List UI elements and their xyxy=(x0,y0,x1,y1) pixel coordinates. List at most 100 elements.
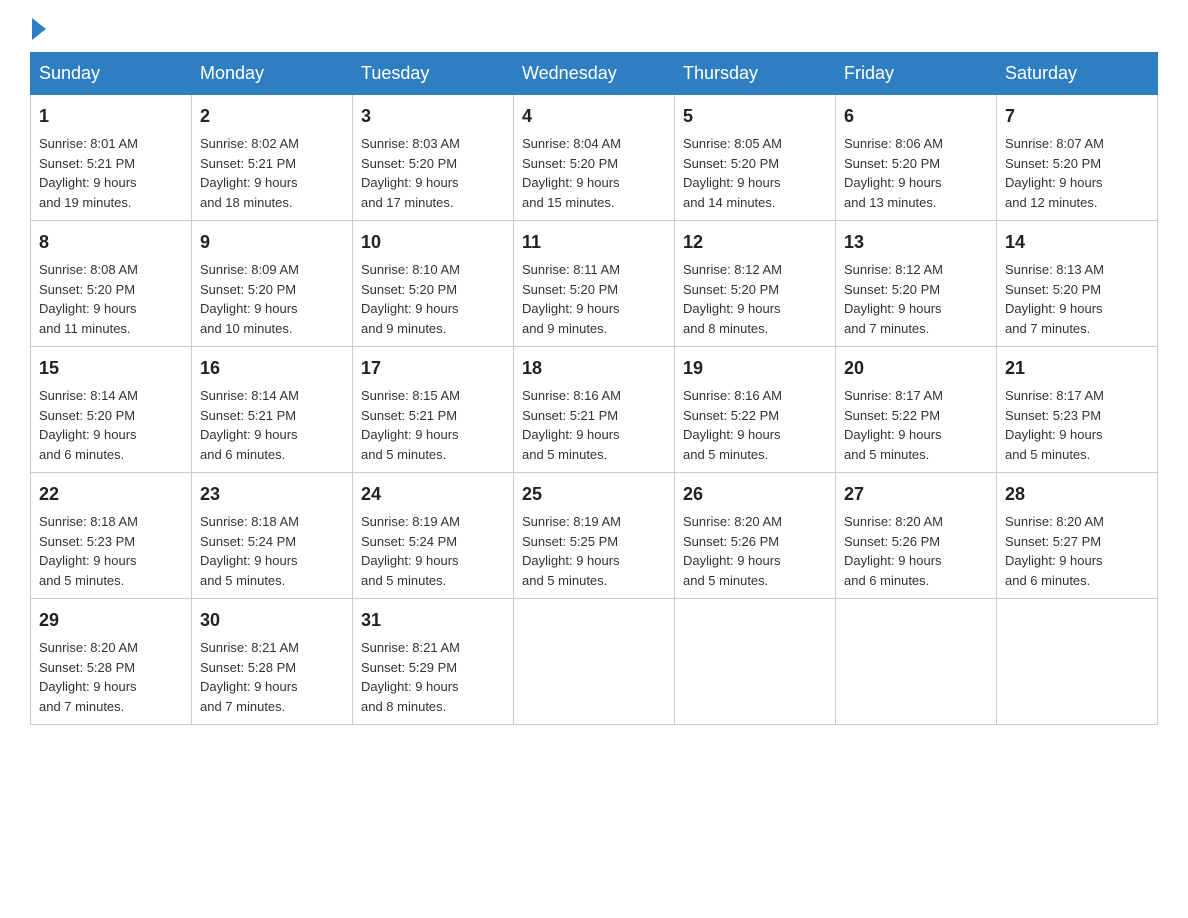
day-info: Sunrise: 8:21 AMSunset: 5:29 PMDaylight:… xyxy=(361,638,505,716)
calendar-cell xyxy=(836,599,997,725)
day-number: 3 xyxy=(361,103,505,130)
day-info: Sunrise: 8:10 AMSunset: 5:20 PMDaylight:… xyxy=(361,260,505,338)
calendar-cell: 25 Sunrise: 8:19 AMSunset: 5:25 PMDayligh… xyxy=(514,473,675,599)
day-info: Sunrise: 8:13 AMSunset: 5:20 PMDaylight:… xyxy=(1005,260,1149,338)
logo xyxy=(30,20,46,42)
calendar-cell xyxy=(675,599,836,725)
day-number: 12 xyxy=(683,229,827,256)
header-tuesday: Tuesday xyxy=(353,53,514,95)
day-info: Sunrise: 8:20 AMSunset: 5:27 PMDaylight:… xyxy=(1005,512,1149,590)
logo-triangle-icon xyxy=(32,18,46,40)
day-number: 31 xyxy=(361,607,505,634)
calendar-cell: 15 Sunrise: 8:14 AMSunset: 5:20 PMDayligh… xyxy=(31,347,192,473)
day-info: Sunrise: 8:21 AMSunset: 5:28 PMDaylight:… xyxy=(200,638,344,716)
day-number: 27 xyxy=(844,481,988,508)
day-number: 29 xyxy=(39,607,183,634)
calendar-cell: 13 Sunrise: 8:12 AMSunset: 5:20 PMDayligh… xyxy=(836,221,997,347)
day-number: 20 xyxy=(844,355,988,382)
calendar-table: SundayMondayTuesdayWednesdayThursdayFrid… xyxy=(30,52,1158,725)
calendar-cell: 29 Sunrise: 8:20 AMSunset: 5:28 PMDayligh… xyxy=(31,599,192,725)
day-info: Sunrise: 8:04 AMSunset: 5:20 PMDaylight:… xyxy=(522,134,666,212)
day-info: Sunrise: 8:07 AMSunset: 5:20 PMDaylight:… xyxy=(1005,134,1149,212)
day-info: Sunrise: 8:03 AMSunset: 5:20 PMDaylight:… xyxy=(361,134,505,212)
calendar-cell: 20 Sunrise: 8:17 AMSunset: 5:22 PMDayligh… xyxy=(836,347,997,473)
calendar-cell: 18 Sunrise: 8:16 AMSunset: 5:21 PMDayligh… xyxy=(514,347,675,473)
day-info: Sunrise: 8:16 AMSunset: 5:21 PMDaylight:… xyxy=(522,386,666,464)
day-info: Sunrise: 8:05 AMSunset: 5:20 PMDaylight:… xyxy=(683,134,827,212)
day-info: Sunrise: 8:17 AMSunset: 5:22 PMDaylight:… xyxy=(844,386,988,464)
calendar-cell: 17Sunrise: 8:15 AMSunset: 5:21 PMDayligh… xyxy=(353,347,514,473)
calendar-cell: 6 Sunrise: 8:06 AMSunset: 5:20 PMDaylight… xyxy=(836,95,997,221)
calendar-cell: 24 Sunrise: 8:19 AMSunset: 5:24 PMDayligh… xyxy=(353,473,514,599)
day-number: 25 xyxy=(522,481,666,508)
day-info: Sunrise: 8:18 AMSunset: 5:23 PMDaylight:… xyxy=(39,512,183,590)
calendar-cell: 10 Sunrise: 8:10 AMSunset: 5:20 PMDayligh… xyxy=(353,221,514,347)
calendar-cell: 23 Sunrise: 8:18 AMSunset: 5:24 PMDayligh… xyxy=(192,473,353,599)
day-info: Sunrise: 8:09 AMSunset: 5:20 PMDaylight:… xyxy=(200,260,344,338)
day-info: Sunrise: 8:15 AMSunset: 5:21 PMDaylight:… xyxy=(361,386,505,464)
calendar-cell: 7 Sunrise: 8:07 AMSunset: 5:20 PMDaylight… xyxy=(997,95,1158,221)
day-info: Sunrise: 8:20 AMSunset: 5:28 PMDaylight:… xyxy=(39,638,183,716)
page-header xyxy=(30,20,1158,42)
day-number: 19 xyxy=(683,355,827,382)
calendar-week-row: 1 Sunrise: 8:01 AMSunset: 5:21 PMDaylight… xyxy=(31,95,1158,221)
header-monday: Monday xyxy=(192,53,353,95)
calendar-cell: 1 Sunrise: 8:01 AMSunset: 5:21 PMDaylight… xyxy=(31,95,192,221)
calendar-cell: 9 Sunrise: 8:09 AMSunset: 5:20 PMDaylight… xyxy=(192,221,353,347)
day-number: 23 xyxy=(200,481,344,508)
day-info: Sunrise: 8:08 AMSunset: 5:20 PMDaylight:… xyxy=(39,260,183,338)
day-info: Sunrise: 8:12 AMSunset: 5:20 PMDaylight:… xyxy=(683,260,827,338)
day-number: 26 xyxy=(683,481,827,508)
calendar-cell: 21Sunrise: 8:17 AMSunset: 5:23 PMDayligh… xyxy=(997,347,1158,473)
day-number: 8 xyxy=(39,229,183,256)
day-number: 5 xyxy=(683,103,827,130)
calendar-week-row: 29 Sunrise: 8:20 AMSunset: 5:28 PMDayligh… xyxy=(31,599,1158,725)
day-info: Sunrise: 8:19 AMSunset: 5:25 PMDaylight:… xyxy=(522,512,666,590)
calendar-cell: 27Sunrise: 8:20 AMSunset: 5:26 PMDayligh… xyxy=(836,473,997,599)
day-number: 24 xyxy=(361,481,505,508)
calendar-cell: 22Sunrise: 8:18 AMSunset: 5:23 PMDayligh… xyxy=(31,473,192,599)
day-number: 13 xyxy=(844,229,988,256)
calendar-cell: 16 Sunrise: 8:14 AMSunset: 5:21 PMDayligh… xyxy=(192,347,353,473)
day-number: 9 xyxy=(200,229,344,256)
calendar-week-row: 22Sunrise: 8:18 AMSunset: 5:23 PMDayligh… xyxy=(31,473,1158,599)
day-number: 4 xyxy=(522,103,666,130)
day-number: 18 xyxy=(522,355,666,382)
calendar-cell: 3 Sunrise: 8:03 AMSunset: 5:20 PMDaylight… xyxy=(353,95,514,221)
day-number: 6 xyxy=(844,103,988,130)
day-info: Sunrise: 8:18 AMSunset: 5:24 PMDaylight:… xyxy=(200,512,344,590)
day-number: 10 xyxy=(361,229,505,256)
calendar-cell: 19 Sunrise: 8:16 AMSunset: 5:22 PMDayligh… xyxy=(675,347,836,473)
day-number: 15 xyxy=(39,355,183,382)
day-info: Sunrise: 8:12 AMSunset: 5:20 PMDaylight:… xyxy=(844,260,988,338)
day-info: Sunrise: 8:11 AMSunset: 5:20 PMDaylight:… xyxy=(522,260,666,338)
day-number: 7 xyxy=(1005,103,1149,130)
day-number: 16 xyxy=(200,355,344,382)
day-number: 28 xyxy=(1005,481,1149,508)
day-number: 21 xyxy=(1005,355,1149,382)
day-info: Sunrise: 8:14 AMSunset: 5:21 PMDaylight:… xyxy=(200,386,344,464)
header-sunday: Sunday xyxy=(31,53,192,95)
day-info: Sunrise: 8:06 AMSunset: 5:20 PMDaylight:… xyxy=(844,134,988,212)
calendar-cell: 26 Sunrise: 8:20 AMSunset: 5:26 PMDayligh… xyxy=(675,473,836,599)
day-info: Sunrise: 8:01 AMSunset: 5:21 PMDaylight:… xyxy=(39,134,183,212)
day-number: 11 xyxy=(522,229,666,256)
calendar-header-row: SundayMondayTuesdayWednesdayThursdayFrid… xyxy=(31,53,1158,95)
day-info: Sunrise: 8:20 AMSunset: 5:26 PMDaylight:… xyxy=(683,512,827,590)
header-wednesday: Wednesday xyxy=(514,53,675,95)
day-info: Sunrise: 8:16 AMSunset: 5:22 PMDaylight:… xyxy=(683,386,827,464)
day-number: 1 xyxy=(39,103,183,130)
header-saturday: Saturday xyxy=(997,53,1158,95)
calendar-cell: 5 Sunrise: 8:05 AMSunset: 5:20 PMDaylight… xyxy=(675,95,836,221)
calendar-cell: 30Sunrise: 8:21 AMSunset: 5:28 PMDayligh… xyxy=(192,599,353,725)
header-friday: Friday xyxy=(836,53,997,95)
day-info: Sunrise: 8:14 AMSunset: 5:20 PMDaylight:… xyxy=(39,386,183,464)
calendar-week-row: 15 Sunrise: 8:14 AMSunset: 5:20 PMDayligh… xyxy=(31,347,1158,473)
day-info: Sunrise: 8:19 AMSunset: 5:24 PMDaylight:… xyxy=(361,512,505,590)
calendar-cell xyxy=(514,599,675,725)
day-number: 14 xyxy=(1005,229,1149,256)
calendar-cell: 31 Sunrise: 8:21 AMSunset: 5:29 PMDayligh… xyxy=(353,599,514,725)
calendar-cell: 4 Sunrise: 8:04 AMSunset: 5:20 PMDaylight… xyxy=(514,95,675,221)
calendar-cell: 28 Sunrise: 8:20 AMSunset: 5:27 PMDayligh… xyxy=(997,473,1158,599)
calendar-cell: 12 Sunrise: 8:12 AMSunset: 5:20 PMDayligh… xyxy=(675,221,836,347)
